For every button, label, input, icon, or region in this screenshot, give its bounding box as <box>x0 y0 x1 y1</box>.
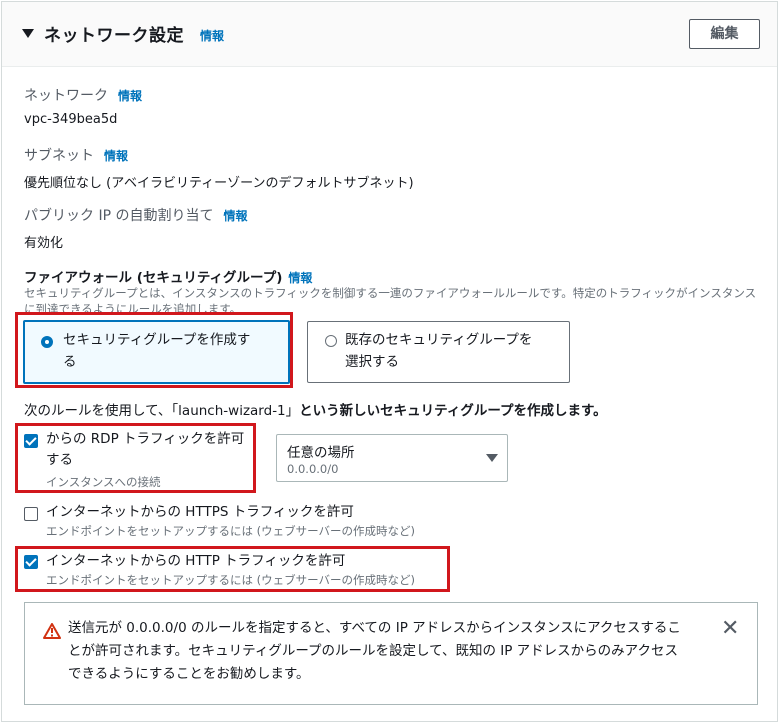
https-label: インターネットからの HTTPS トラフィックを許可 <box>46 504 354 520</box>
subnet-label-text: サブネット <box>24 148 94 164</box>
network-settings-panel: ネットワーク設定 情報 編集 ネットワーク 情報 vpc-349bea5d サブネ… <box>1 1 778 722</box>
rdp-label-line2: する <box>46 452 73 468</box>
public-ip-label: パブリック IP の自動割り当て 情報 <box>24 205 248 225</box>
subnet-label: サブネット 情報 <box>24 145 128 165</box>
public-ip-label-text: パブリック IP の自動割り当て <box>24 208 214 224</box>
new-security-group-rule-text: 次のルールを使用して、「launch-wizard-1」という新しいセキュリティ… <box>24 399 607 419</box>
http-description: エンドポイントをセットアップするには (ウェブサーバーの作成時など) <box>46 573 416 587</box>
rdp-label-line1: からの RDP トラフィックを許可 <box>46 431 245 447</box>
network-value: vpc-349bea5d <box>24 112 118 127</box>
subnet-value: 優先順位なし (アベイラビリティーゾーンのデフォルトサブネット) <box>24 176 414 191</box>
warning-line2: とが許可されます。セキュリティグループのルールを設定して、既知の IP アドレス… <box>68 643 678 659</box>
firewall-title-text: ファイアウォール (セキュリティグループ) <box>24 270 283 286</box>
rule-text-bold: という新しいセキュリティグループを作成します。 <box>299 403 607 419</box>
edit-button[interactable]: 編集 <box>689 19 760 49</box>
select-existing-security-group-tile[interactable]: 既存のセキュリティグループを 選択する <box>307 321 570 383</box>
warning-message: 送信元が 0.0.0.0/0 のルールを指定すると、すべての IP アドレスから… <box>68 617 708 686</box>
select-existing-label: 既存のセキュリティグループを 選択する <box>345 329 532 373</box>
public-ip-value: 有効化 <box>24 236 64 251</box>
https-checkbox[interactable] <box>24 507 38 521</box>
panel-title: ネットワーク設定 <box>44 26 184 46</box>
existing-label-line2: 選択する <box>345 354 399 370</box>
radio-selected-icon[interactable] <box>41 336 53 348</box>
warning-line1: 送信元が 0.0.0.0/0 のルールを指定すると、すべての IP アドレスから… <box>68 620 681 636</box>
firewall-description: セキュリティグループとは、インスタンスのトラフィックを制御する一連のファイアウォ… <box>24 286 757 316</box>
header-info-link[interactable]: 情報 <box>200 27 224 44</box>
collapse-caret-icon[interactable] <box>22 29 34 38</box>
https-description: エンドポイントをセットアップするには (ウェブサーバーの作成時など) <box>46 524 416 538</box>
create-label-line2: る <box>63 354 77 370</box>
subnet-info-link[interactable]: 情報 <box>104 149 128 163</box>
network-label: ネットワーク 情報 <box>24 85 142 105</box>
create-label-line1: セキュリティグループを作成す <box>63 332 251 348</box>
radio-unselected-icon[interactable] <box>325 335 337 347</box>
rdp-label: からの RDP トラフィックを許可 する <box>46 429 244 471</box>
public-ip-info-link[interactable]: 情報 <box>223 209 247 223</box>
network-info-link[interactable]: 情報 <box>118 89 142 103</box>
rdp-source-value: 任意の場所 <box>287 445 355 461</box>
rdp-checkbox[interactable] <box>24 434 38 448</box>
rdp-description: インスタンスへの接続 <box>46 475 161 489</box>
warning-line3: できるようにすることをお勧めします。 <box>68 666 310 682</box>
create-security-group-label: セキュリティグループを作成す る <box>63 329 250 373</box>
close-icon[interactable]: ✕ <box>721 617 739 641</box>
network-label-text: ネットワーク <box>24 88 108 104</box>
panel-header: ネットワーク設定 情報 編集 <box>2 2 777 67</box>
existing-label-line1: 既存のセキュリティグループを <box>345 332 533 348</box>
warning-alert: 送信元が 0.0.0.0/0 のルールを指定すると、すべての IP アドレスから… <box>24 602 758 705</box>
http-checkbox[interactable] <box>24 555 38 569</box>
http-label: インターネットからの HTTP トラフィックを許可 <box>46 553 346 569</box>
warning-icon <box>43 623 61 639</box>
dropdown-caret-icon <box>486 454 498 462</box>
rdp-source-select[interactable]: 任意の場所 0.0.0.0/0 <box>276 434 508 482</box>
rule-text-prefix: 次のルールを使用して、「launch-wizard-1」 <box>24 403 300 419</box>
create-security-group-tile[interactable]: セキュリティグループを作成す る <box>23 320 290 384</box>
rdp-source-cidr: 0.0.0.0/0 <box>287 462 339 476</box>
firewall-info-link[interactable]: 情報 <box>288 271 312 285</box>
firewall-title: ファイアウォール (セキュリティグループ) 情報 <box>24 266 312 286</box>
